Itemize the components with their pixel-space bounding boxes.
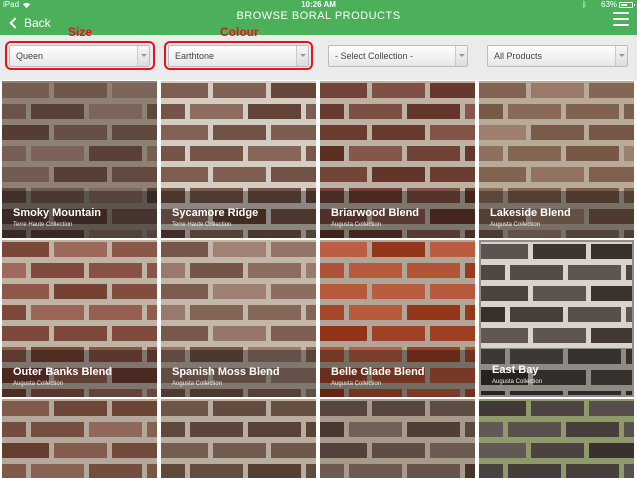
product-grid: Smoky Mountain Terre Haute Collection Sy… [0,80,637,478]
product-name: Smoky Mountain [13,207,102,219]
colour-annotation: Colour [220,25,259,39]
chevron-down-icon [455,46,467,66]
back-label: Back [24,15,51,30]
product-name: Briarwood Blend [331,207,420,219]
battery-icon [619,2,635,8]
product-caption: Sycamore Ridge Terre Haute Collection [161,191,316,238]
app: iPad 10:26 AM ᛒ 63% Back BROWSE BORAL PR… [0,0,637,478]
product-collection: Terre Haute Collection [172,222,232,228]
brick-swatch-image [161,399,316,478]
product-tile[interactable]: Sycamore Ridge Terre Haute Collection [161,81,316,238]
status-bar: iPad 10:26 AM ᛒ 63% [0,0,637,10]
chevron-down-icon [615,46,627,66]
brick-swatch-image [479,399,634,478]
status-time: 10:26 AM [301,0,336,9]
product-caption: Lakeside Blend Augusta Collection [479,191,634,238]
product-name: Spanish Moss Blend [172,366,280,378]
product-tile[interactable]: Smoky Mountain Terre Haute Collection [2,81,157,238]
product-collection: Augusta Collection [331,381,382,387]
colour-highlight [164,41,313,70]
product-tile[interactable]: Spanish Moss Blend Augusta Collection [161,240,316,397]
battery-percent: 63% [601,0,618,9]
product-caption: Belle Glade Blend Augusta Collection [320,350,475,397]
product-name: Sycamore Ridge [172,207,259,219]
product-collection: Augusta Collection [172,381,223,387]
page-title: BROWSE BORAL PRODUCTS [236,10,401,22]
size-highlight [5,41,155,70]
product-caption: Spanish Moss Blend Augusta Collection [161,350,316,397]
product-tile[interactable]: Briarwood Blend Augusta Collection [320,81,475,238]
product-collection: Augusta Collection [492,379,543,385]
product-tile[interactable] [320,399,475,478]
product-caption: East Bay Augusta Collection [481,348,632,395]
product-collection: Augusta Collection [490,222,541,228]
product-caption: Briarwood Blend Augusta Collection [320,191,475,238]
brick-swatch-image [2,399,157,478]
product-collection: Terre Haute Collection [13,222,73,228]
product-tile[interactable]: Lakeside Blend Augusta Collection [479,81,634,238]
nav-bar: Back BROWSE BORAL PRODUCTS [0,10,637,35]
product-name: Lakeside Blend [490,207,571,219]
product-name: Outer Banks Blend [13,366,113,378]
product-tile[interactable] [161,399,316,478]
bluetooth-icon: ᛒ [582,0,587,9]
product-collection: Augusta Collection [331,222,382,228]
products-dropdown[interactable]: All Products [487,45,628,67]
product-tile[interactable]: Belle Glade Blend Augusta Collection [320,240,475,397]
size-annotation: Size [68,25,93,39]
products-dropdown-value: All Products [494,51,543,61]
brick-swatch-image [320,399,475,478]
product-caption: Outer Banks Blend Augusta Collection [2,350,157,397]
product-tile[interactable]: East Bay Augusta Collection [479,240,634,397]
collection-dropdown-value: - Select Collection - [335,51,414,61]
product-name: East Bay [492,364,539,376]
back-button[interactable]: Back [8,10,51,35]
chevron-left-icon [9,16,21,29]
product-tile[interactable] [479,399,634,478]
product-tile[interactable]: Outer Banks Blend Augusta Collection [2,240,157,397]
product-collection: Augusta Collection [13,381,64,387]
product-tile[interactable] [2,399,157,478]
product-name: Belle Glade Blend [331,366,425,378]
hamburger-menu-icon[interactable] [613,12,629,26]
product-caption: Smoky Mountain Terre Haute Collection [2,191,157,238]
collection-dropdown[interactable]: - Select Collection - [328,45,468,67]
